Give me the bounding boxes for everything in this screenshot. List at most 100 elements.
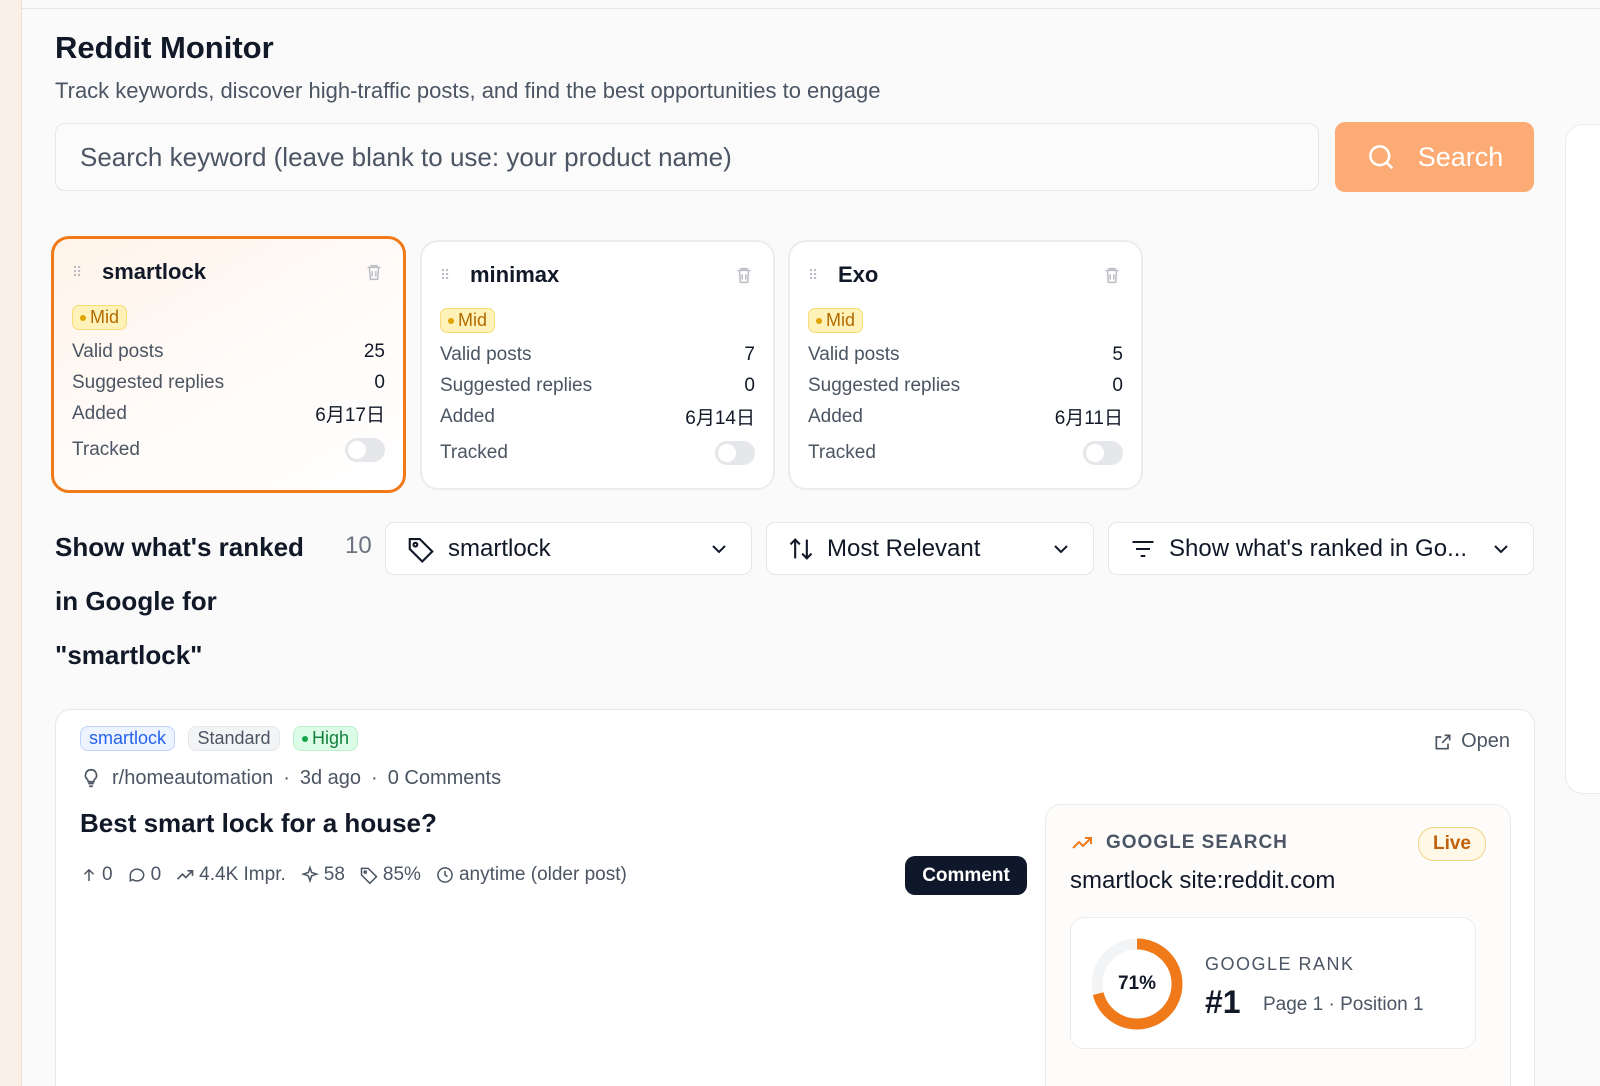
open-link[interactable]: Open <box>1433 730 1510 753</box>
suggested-replies-value: 0 <box>374 371 385 393</box>
rank-percent: 71% <box>1117 973 1157 994</box>
chevron-down-icon <box>1494 544 1508 553</box>
valid-posts-value: 5 <box>1112 343 1123 365</box>
view-filter-value: Show what's ranked in Go... <box>1169 534 1468 562</box>
separator: · <box>371 766 378 789</box>
valid-posts-label: Valid posts <box>808 343 900 365</box>
keyword-card-exo[interactable]: ⠿ Exo Mid Valid posts 5 Suggested replies… <box>788 240 1143 490</box>
relevance-stat: 85% <box>359 864 421 886</box>
keyword-tag: smartlock <box>80 726 176 751</box>
top-divider <box>22 8 1600 9</box>
comment-button[interactable]: Comment <box>905 856 1027 895</box>
added-value: 6月17日 <box>315 405 385 426</box>
tracked-toggle[interactable] <box>1083 440 1123 465</box>
right-side-panel <box>1565 124 1600 794</box>
keyword-name: smartlock <box>102 259 206 284</box>
clock-icon <box>437 867 453 883</box>
keyword-name: minimax <box>470 262 560 287</box>
results-count: 10 <box>345 532 372 559</box>
page-subtitle: Track keywords, discover high-traffic po… <box>55 78 881 103</box>
external-link-icon <box>1435 734 1451 749</box>
filter-lines-icon <box>1132 540 1154 557</box>
dot-icon <box>448 317 454 324</box>
sort-dropdown[interactable]: Most Relevant <box>766 522 1094 575</box>
suggested-replies-label: Suggested replies <box>440 374 593 396</box>
left-sidebar-edge <box>0 0 22 1086</box>
results-title-line: Show what's ranked <box>55 532 304 562</box>
dot-icon <box>80 314 86 321</box>
valid-posts-label: Valid posts <box>440 343 532 365</box>
tracked-label: Tracked <box>808 441 876 463</box>
keyword-filter-dropdown[interactable]: smartlock <box>385 522 752 575</box>
search-button[interactable]: Search <box>1335 122 1534 192</box>
type-tag: Standard <box>188 726 280 751</box>
live-badge: Live <box>1417 827 1486 861</box>
chevron-down-icon <box>1054 544 1068 553</box>
view-filter-dropdown[interactable]: Show what's ranked in Go... <box>1108 522 1534 575</box>
sort-arrows-icon <box>789 537 813 560</box>
results-title-line: "smartlock" <box>55 640 203 670</box>
tracked-label: Tracked <box>440 441 508 463</box>
search-icon <box>1368 145 1393 170</box>
search-button-label: Search <box>1417 141 1504 172</box>
subreddit-link[interactable]: r/homeautomation <box>112 767 273 790</box>
trend-up-icon <box>1072 837 1092 849</box>
level-badge: Mid <box>440 308 496 333</box>
added-label: Added <box>72 402 127 424</box>
tag-icon <box>408 537 434 563</box>
google-search-panel: GOOGLE SEARCH Live smartlock site:reddit… <box>1045 804 1511 1086</box>
suggested-replies-label: Suggested replies <box>808 374 961 396</box>
comment-stat: 0 <box>127 864 161 886</box>
valid-posts-label: Valid posts <box>72 340 164 362</box>
upvote-stat: 0 <box>80 864 113 886</box>
keyword-name: Exo <box>838 262 879 287</box>
keyword-card-minimax[interactable]: ⠿ minimax Mid Valid posts 7 Suggested rep… <box>420 240 775 490</box>
google-rank-label: GOOGLE RANK <box>1205 954 1355 974</box>
post-age: 3d ago <box>299 766 362 789</box>
post-card[interactable]: smartlock Standard High Open r/homeautom… <box>55 709 1535 1086</box>
sparkle-icon <box>300 865 319 884</box>
keyword-filter-value: smartlock <box>448 534 551 562</box>
tag-icon <box>360 867 378 885</box>
page-title: Reddit Monitor <box>55 30 274 65</box>
google-rank-number: #1 <box>1205 984 1241 1020</box>
drag-handle-icon[interactable]: ⠿ <box>440 268 464 282</box>
separator: · <box>283 766 290 789</box>
arrow-up-icon <box>83 868 95 881</box>
open-label: Open <box>1461 730 1510 752</box>
post-meta: r/homeautomation · 3d ago · 0 Comments <box>80 766 501 790</box>
impressions-stat: 4.4K Impr. <box>175 864 286 886</box>
google-search-header: GOOGLE SEARCH <box>1070 831 1288 855</box>
post-stats: 0 0 4.4K Impr. 58 85% anytime (older pos… <box>80 864 627 886</box>
dot-icon <box>301 736 308 743</box>
google-rank-box: 71% GOOGLE RANK #1 Page 1 · Position 1 <box>1070 917 1476 1049</box>
valid-posts-value: 7 <box>744 343 755 365</box>
priority-tag: High <box>292 726 359 751</box>
suggested-replies-value: 0 <box>744 374 755 396</box>
lightbulb-icon <box>84 768 98 788</box>
suggested-replies-value: 0 <box>1112 374 1123 396</box>
google-query: smartlock site:reddit.com <box>1070 867 1336 894</box>
trash-icon[interactable] <box>363 261 385 283</box>
tracked-label: Tracked <box>72 438 140 460</box>
tracked-toggle[interactable] <box>345 437 385 462</box>
valid-posts-value: 25 <box>363 340 385 362</box>
search-input[interactable] <box>55 123 1319 191</box>
dot-icon <box>816 317 822 324</box>
results-title: Show what's ranked in Google for "smartl… <box>55 520 345 682</box>
added-value: 6月14日 <box>685 408 755 429</box>
trend-up-icon <box>177 870 194 880</box>
keyword-card-smartlock[interactable]: ⠿ smartlock Mid Valid posts 25 Suggested … <box>51 236 406 493</box>
trash-icon[interactable] <box>1101 264 1123 286</box>
tracked-toggle[interactable] <box>715 440 755 465</box>
added-label: Added <box>808 405 863 427</box>
trash-icon[interactable] <box>733 264 755 286</box>
drag-handle-icon[interactable]: ⠿ <box>72 265 96 279</box>
drag-handle-icon[interactable]: ⠿ <box>808 268 832 282</box>
speech-bubble-icon <box>129 868 144 883</box>
post-title[interactable]: Best smart lock for a house? <box>80 808 437 839</box>
time-stat: anytime (older post) <box>435 864 627 886</box>
level-badge: Mid <box>808 308 864 333</box>
sort-value: Most Relevant <box>827 534 981 562</box>
level-badge: Mid <box>72 305 128 330</box>
